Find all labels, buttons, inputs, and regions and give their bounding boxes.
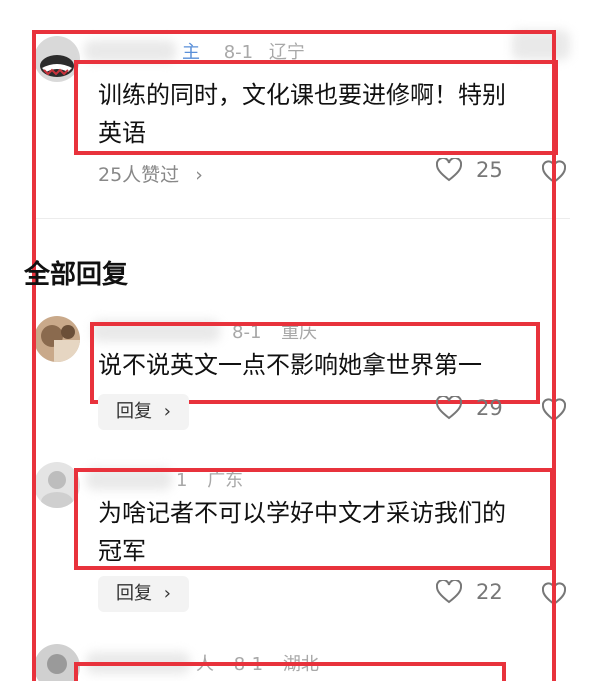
username-blurred[interactable]: [86, 652, 190, 674]
comment-date: 8-1: [223, 42, 254, 63]
comment-text-line-1: 训练的同时，文化课也要进修啊！特别: [98, 81, 506, 109]
reply-meta: 8-1 重庆: [232, 318, 317, 344]
reply-button[interactable]: 回复 ›: [98, 394, 189, 430]
like-control[interactable]: 29: [436, 396, 503, 420]
reply-button-label: 回复: [116, 401, 152, 422]
section-title: 全部回复: [24, 260, 129, 290]
comment-icon-partial[interactable]: [541, 582, 567, 610]
comment-text-line-2: 英语: [98, 119, 146, 147]
top-right-blurred: [512, 30, 570, 60]
reply-location: 广东: [207, 470, 244, 491]
reply-location: 湖北: [282, 654, 319, 675]
reply-date: 8-1: [233, 654, 264, 675]
like-count: 25: [476, 158, 503, 182]
reply-text-line-2: 冠军: [98, 537, 146, 565]
likers-count-text: 25人赞过: [98, 164, 180, 186]
author-tag: 主: [182, 42, 200, 63]
comment-location: 辽宁: [268, 42, 305, 63]
divider: [36, 218, 570, 219]
heart-icon: [436, 580, 462, 604]
chevron-right-icon: ›: [195, 164, 203, 186]
heart-icon: [436, 158, 462, 182]
heart-icon: [436, 396, 462, 420]
reply-text: 为啥记者不可以学好中文才采访我们的 冠军: [98, 494, 558, 570]
avatar[interactable]: [34, 36, 80, 82]
avatar[interactable]: [34, 316, 80, 362]
reply-meta: 1 广东: [176, 466, 243, 492]
username-blurred[interactable]: [86, 468, 172, 490]
comment-meta: 主 8-1 辽宁: [182, 38, 305, 64]
like-count: 22: [476, 580, 503, 604]
likers-link[interactable]: 25人赞过 ›: [98, 160, 203, 187]
avatar[interactable]: [34, 462, 80, 508]
reply-text-line-1: 为啥记者不可以学好中文才采访我们的: [98, 499, 506, 527]
like-control[interactable]: 22: [436, 580, 503, 604]
username-blurred[interactable]: [92, 320, 220, 342]
reply-button-label: 回复: [116, 583, 152, 604]
reply-meta: 人 8-1 湖北: [196, 650, 319, 676]
reply-location: 重庆: [281, 322, 318, 343]
comment-icon-partial[interactable]: [541, 160, 567, 188]
comment-icon-partial[interactable]: [541, 398, 567, 426]
chevron-right-icon: ›: [163, 401, 171, 422]
reply-date: 8-1: [232, 322, 262, 343]
username-blurred[interactable]: [84, 40, 176, 62]
like-control[interactable]: 25: [436, 158, 503, 182]
chevron-right-icon: ›: [163, 583, 171, 604]
reply-text: 说不说英文一点不影响她拿世界第一: [98, 346, 538, 384]
reply-date: 1: [176, 470, 188, 491]
comment-text: 训练的同时，文化课也要进修啊！特别 英语: [98, 76, 558, 152]
reply-name-fragment: 人: [196, 654, 214, 675]
like-count: 29: [476, 396, 503, 420]
comment-thread-screenshot: 主 8-1 辽宁 训练的同时，文化课也要进修啊！特别 英语 25人赞过 › 25…: [0, 0, 600, 681]
reply-text-line-1: 说不说英文一点不影响她拿世界第一: [98, 351, 482, 379]
reply-button[interactable]: 回复 ›: [98, 576, 189, 612]
avatar[interactable]: [34, 644, 80, 681]
